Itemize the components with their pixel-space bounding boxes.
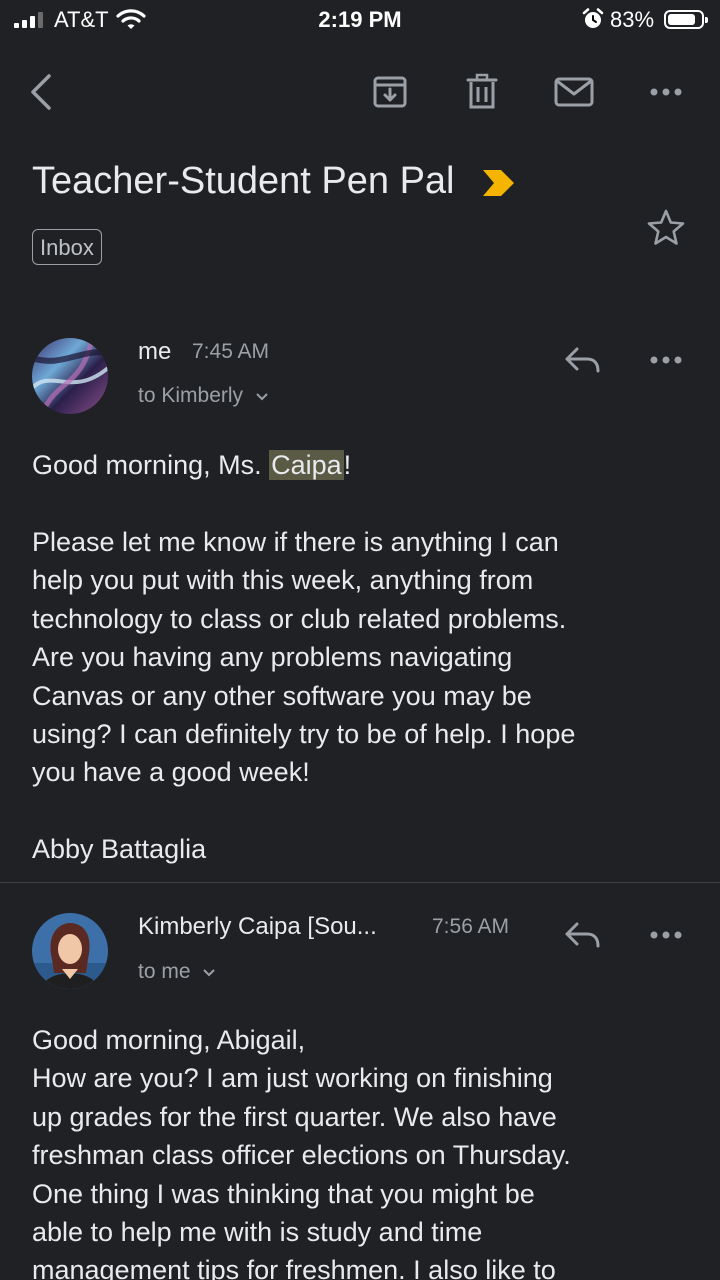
reply-icon[interactable] <box>560 913 604 957</box>
message-greeting: Good morning, Ms. Caipa! <box>32 446 692 484</box>
more-icon[interactable] <box>644 70 688 114</box>
trash-icon[interactable] <box>460 70 504 114</box>
message-body: Please let me know if there is anything … <box>32 527 576 788</box>
message-signature: Abby Battaglia <box>32 834 207 864</box>
mark-unread-icon[interactable] <box>552 70 596 114</box>
greeting-punct: ! <box>343 450 352 480</box>
battery-level-fill <box>668 14 695 25</box>
message-more-icon[interactable] <box>644 338 688 382</box>
inbox-label-badge[interactable]: Inbox <box>32 229 102 265</box>
email-subject: Teacher-Student Pen Pal <box>32 160 517 203</box>
chevron-down-icon <box>203 969 216 977</box>
message-divider <box>0 882 720 883</box>
battery-percent: 83% <box>610 7 655 32</box>
message-time: 7:56 AM <box>432 915 510 938</box>
message-time: 7:45 AM <box>192 340 270 363</box>
sender-name: Kimberly Caipa [Sou... <box>138 913 377 940</box>
status-bar: AT&T 2:19 PM 83% <box>0 0 720 40</box>
recipient-details-toggle[interactable]: to me <box>138 960 216 984</box>
battery-icon <box>664 10 708 29</box>
chevron-down-icon <box>256 393 268 401</box>
star-icon[interactable] <box>644 206 688 250</box>
archive-icon[interactable] <box>368 70 412 114</box>
avatar[interactable] <box>32 913 108 989</box>
recipient-text: to Kimberly <box>138 384 244 407</box>
sender-name: me <box>138 338 172 365</box>
subject-text: Teacher-Student Pen Pal <box>32 160 455 202</box>
message-body: Good morning, Abigail, How are you? I am… <box>32 1025 571 1280</box>
message-more-icon[interactable] <box>644 913 688 957</box>
recipient-details-toggle[interactable]: to Kimberly <box>138 384 269 408</box>
greeting-text: Good morning, Ms. <box>32 450 270 480</box>
search-highlight: Caipa <box>269 450 344 480</box>
back-arrow-icon[interactable] <box>20 70 64 114</box>
importance-marker-icon[interactable] <box>481 168 517 198</box>
avatar[interactable] <box>32 338 108 414</box>
recipient-text: to me <box>138 960 191 983</box>
alarm-icon <box>582 8 604 36</box>
reply-icon[interactable] <box>560 338 604 382</box>
